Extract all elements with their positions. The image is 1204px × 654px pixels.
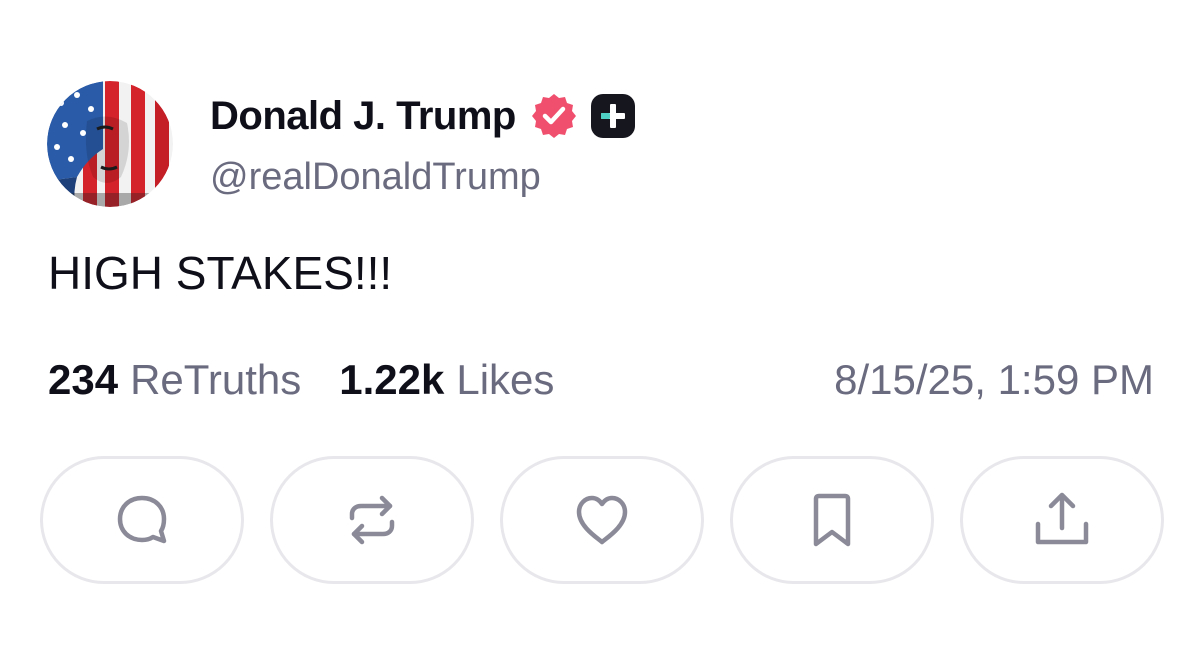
post-text: HIGH STAKES!!! xyxy=(48,247,393,299)
likes-label[interactable]: Likes xyxy=(456,356,554,404)
author-display-name[interactable]: Donald J. Trump xyxy=(210,94,516,139)
action-bar xyxy=(40,456,1164,588)
likes-count[interactable]: 1.22k xyxy=(339,356,444,404)
share-button[interactable] xyxy=(960,456,1164,584)
like-button[interactable] xyxy=(500,456,704,584)
avatar[interactable] xyxy=(47,81,173,207)
verified-badge-icon xyxy=(530,92,578,140)
bookmark-icon xyxy=(813,493,851,547)
post-stats: 234 ReTruths 1.22k Likes xyxy=(48,352,554,408)
retruths-label[interactable]: ReTruths xyxy=(130,356,301,404)
share-icon xyxy=(1035,492,1089,545)
avatar-image xyxy=(47,81,173,207)
bookmark-button[interactable] xyxy=(730,456,934,584)
plus-badge-icon xyxy=(590,93,636,139)
author-name-row: Donald J. Trump xyxy=(210,88,636,144)
truth-post: Donald J. Trump @realDonaldTrump HIGH ST… xyxy=(0,0,1204,654)
reply-button[interactable] xyxy=(40,456,244,584)
retruths-count[interactable]: 234 xyxy=(48,356,118,404)
comment-icon xyxy=(117,495,167,544)
heart-icon xyxy=(576,495,628,545)
retruth-button[interactable] xyxy=(270,456,474,584)
repost-icon xyxy=(349,495,395,545)
author-handle[interactable]: @realDonaldTrump xyxy=(210,156,541,199)
post-timestamp: 8/15/25, 1:59 PM xyxy=(834,356,1154,403)
